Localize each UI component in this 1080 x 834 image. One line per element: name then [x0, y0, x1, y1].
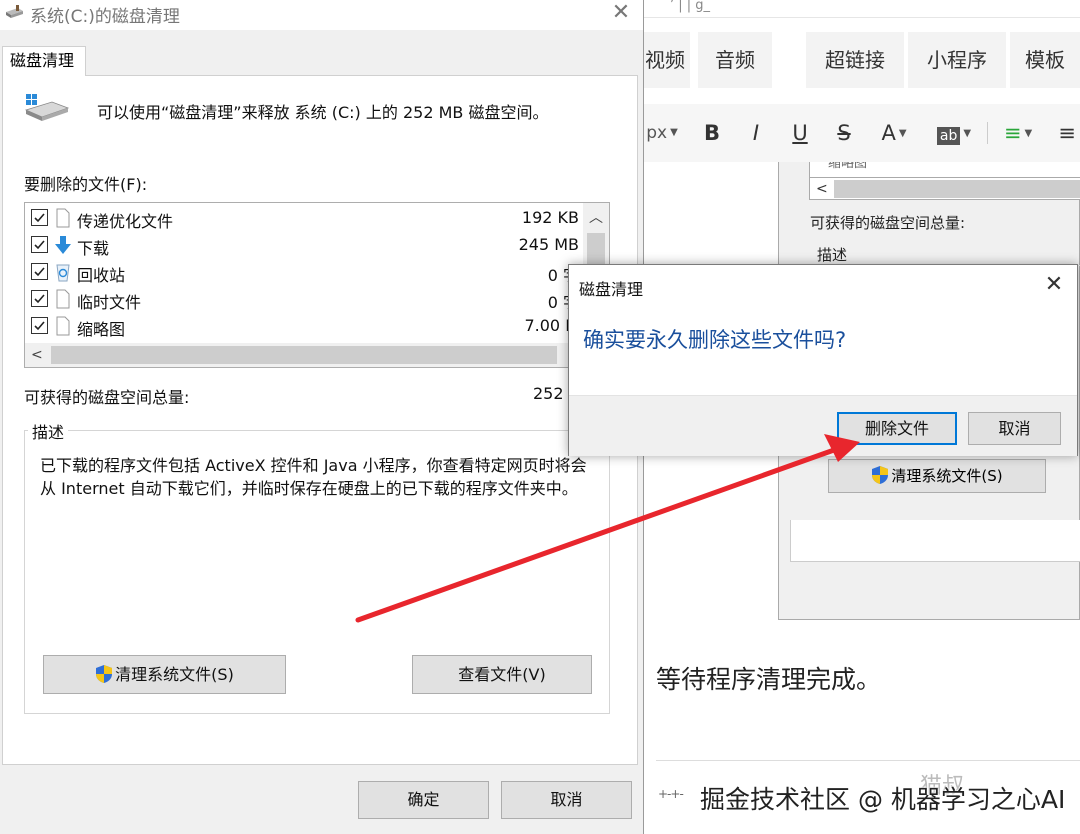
file-icon: [56, 208, 70, 228]
underline-button[interactable]: U: [786, 104, 814, 162]
files-to-delete-list[interactable]: 传递优化文件 192 KB 下载 245 MB 回收站 0 字 临时文件 0 字: [24, 202, 610, 368]
highlight-button[interactable]: ab ▼: [930, 104, 978, 162]
scroll-thumb[interactable]: [51, 346, 557, 364]
scroll-thumb[interactable]: [587, 233, 605, 265]
list-item[interactable]: 传递优化文件 192 KB: [25, 205, 581, 232]
background-file-list: 缩略图: [809, 162, 1080, 178]
description-label: 描述: [28, 419, 69, 443]
space-gained-label: 可获得的磁盘空间总量:: [24, 388, 190, 407]
checkbox[interactable]: [31, 317, 48, 334]
file-icon: [56, 289, 70, 309]
article-tiny-mark: +-+-: [658, 787, 684, 801]
delete-files-button[interactable]: 删除文件: [837, 412, 957, 445]
recycle-bin-icon: [56, 264, 70, 282]
tab-audio[interactable]: 音频: [698, 32, 772, 88]
intro-text: 可以使用“磁盘清理”来释放 系统 (C:) 上的 252 MB 磁盘空间。: [97, 103, 549, 122]
horizontal-scrollbar[interactable]: <: [25, 343, 609, 367]
dialog-title: 磁盘清理: [579, 280, 644, 299]
checkbox[interactable]: [31, 290, 48, 307]
tab-hyperlink[interactable]: 超链接: [806, 32, 904, 88]
file-category-name: 临时文件: [77, 293, 142, 312]
scroll-left-icon: <: [816, 181, 828, 197]
cancel-button[interactable]: 取消: [501, 781, 632, 819]
clean-system-files-button[interactable]: 清理系统文件(S): [43, 655, 286, 694]
tab-mini-program[interactable]: 小程序: [908, 32, 1006, 88]
chevron-up-icon[interactable]: ︿: [583, 207, 609, 227]
view-files-button[interactable]: 查看文件(V): [412, 655, 592, 694]
chevron-left-icon[interactable]: <: [31, 343, 43, 367]
space-gained-value: 252: [533, 384, 564, 403]
scroll-thumb: [834, 180, 1080, 198]
file-category-size: 245 MB: [518, 235, 579, 254]
italic-button[interactable]: I: [742, 104, 770, 162]
background-space-label: 可获得的磁盘空间总量:: [810, 214, 966, 232]
article-text-wait: 等待程序清理完成。: [656, 665, 882, 694]
tab-video[interactable]: 视频: [640, 32, 690, 88]
description-text: 已下载的程序文件包括 ActiveX 控件和 Java 小程序，你查看特定网页时…: [40, 456, 587, 498]
list-item[interactable]: 临时文件 0 字: [25, 286, 581, 313]
list-item[interactable]: 下载 245 MB: [25, 232, 581, 259]
font-color-button[interactable]: A ▼: [872, 104, 916, 162]
editor-format-toolbar: px ▼ B I U S A ▼ ab ▼ ≡ ▼ ≡: [640, 104, 1080, 162]
checkbox[interactable]: [31, 236, 48, 253]
file-category-size: 192 KB: [521, 208, 579, 227]
font-size-select[interactable]: px ▼: [640, 104, 684, 162]
watermark: 掘金技术社区 @ 机器学习之心AI: [700, 785, 1066, 814]
title-bar[interactable]: 系统(C:)的磁盘清理 ✕: [0, 0, 643, 30]
background-description-label: 描述: [817, 246, 848, 264]
more-format-button[interactable]: ≡: [1054, 104, 1080, 162]
strikethrough-button[interactable]: S: [830, 104, 858, 162]
toolbar-divider: [987, 122, 988, 144]
uac-shield-icon: [872, 466, 889, 484]
file-icon: [56, 316, 70, 336]
files-to-delete-label: 要删除的文件(F):: [24, 175, 148, 194]
tab-disk-cleanup[interactable]: 磁盘清理: [2, 46, 86, 76]
dialog-button-bar: 删除文件 取消: [569, 395, 1077, 456]
file-category-name: 下载: [77, 239, 110, 258]
tab-template[interactable]: 模板: [1010, 32, 1080, 88]
uac-shield-icon: [96, 665, 113, 683]
editor-top-strip: ’ | | g_: [640, 0, 1080, 18]
checkbox[interactable]: [31, 209, 48, 226]
bold-button[interactable]: B: [698, 104, 726, 162]
background-panel-bottom: [790, 520, 1080, 562]
background-horizontal-scrollbar: <: [809, 178, 1080, 200]
ok-button[interactable]: 确定: [358, 781, 489, 819]
download-icon: [55, 236, 71, 254]
close-icon[interactable]: ✕: [1041, 273, 1067, 299]
list-item[interactable]: 回收站 0 字: [25, 259, 581, 286]
window-title: 系统(C:)的磁盘清理: [30, 7, 180, 27]
article-divider: [656, 760, 1080, 761]
disk-cleanup-app-icon: [6, 5, 23, 18]
file-category-name: 传递优化文件: [77, 212, 174, 231]
list-item[interactable]: 缩略图 7.00 M: [25, 313, 581, 340]
drive-icon: [24, 94, 70, 121]
dialog-cancel-button[interactable]: 取消: [968, 412, 1061, 445]
disk-cleanup-window: 系统(C:)的磁盘清理 ✕ 磁盘清理 可以使用“磁盘清理”来释放 系统 (C:)…: [0, 0, 644, 834]
confirm-delete-dialog: 磁盘清理 ✕ 确实要永久删除这些文件吗? 删除文件 取消: [568, 264, 1078, 456]
file-category-name: 回收站: [77, 266, 126, 285]
checkbox[interactable]: [31, 263, 48, 280]
background-clean-system-button: 清理系统文件(S): [828, 459, 1046, 493]
dialog-question: 确实要永久删除这些文件吗?: [583, 328, 847, 352]
file-category-name: 缩略图: [77, 320, 126, 339]
close-icon[interactable]: ✕: [610, 0, 632, 28]
align-button[interactable]: ≡ ▼: [996, 104, 1040, 162]
